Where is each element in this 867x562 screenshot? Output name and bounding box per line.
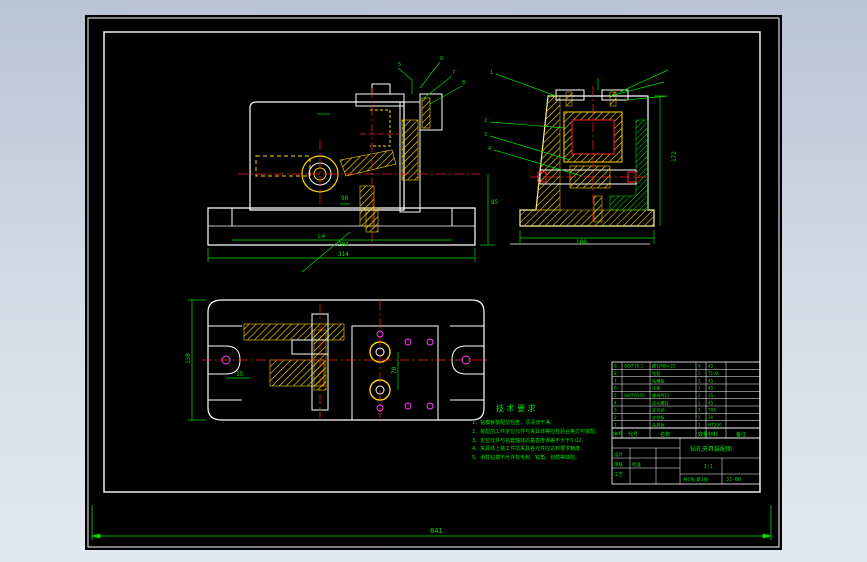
parts-table-header-cell: 名称 bbox=[660, 431, 670, 438]
parts-table-cell: 1 bbox=[698, 415, 701, 420]
parts-table-cell: GB/T70.1 bbox=[624, 364, 644, 369]
title-block-drawing-no: JJ-00 bbox=[726, 477, 741, 483]
leader-number: 1 bbox=[490, 70, 493, 76]
parts-table-cell: 4 bbox=[698, 364, 701, 369]
title-block-scale: 1:1 bbox=[704, 464, 713, 470]
parts-table-cell: 35 bbox=[708, 393, 714, 398]
top-dim-c: 70 bbox=[391, 366, 398, 374]
parts-table-cell: 2 bbox=[698, 393, 701, 398]
parts-table-cell: 20 bbox=[708, 415, 714, 420]
front-dim-center: 90 bbox=[341, 195, 349, 202]
parts-table-cell: 螺母M12 bbox=[652, 392, 670, 399]
parts-table-cell: 1 bbox=[614, 422, 617, 427]
front-dim-inner: L4 bbox=[318, 233, 326, 240]
front-dim-284: 284 bbox=[338, 241, 349, 248]
parts-table-cell: 5 bbox=[614, 393, 617, 398]
parts-table-header-cell: 序号 bbox=[613, 431, 623, 438]
leader-number: 6 bbox=[440, 56, 443, 62]
tech-req-item: 1、钻模板装配前检查，须清洗干净。 bbox=[472, 419, 555, 426]
parts-table-cell: 45 bbox=[708, 386, 714, 391]
leader-number: 4 bbox=[488, 146, 491, 152]
parts-table-header-cell: 备注 bbox=[736, 431, 746, 438]
title-block-approve: 批准 bbox=[632, 461, 641, 468]
parts-table-cell: 4 bbox=[614, 400, 617, 405]
front-dim-height: 85 bbox=[491, 199, 499, 206]
leader-number: 5 bbox=[398, 62, 401, 68]
parts-table-cell: 钻模板 bbox=[652, 377, 665, 384]
parts-table-cell: 钻套 bbox=[652, 370, 661, 377]
parts-table-cell: GB/T6170 bbox=[624, 393, 645, 398]
parts-table-cell: 双头螺柱 bbox=[652, 399, 670, 406]
parts-table-header-cell: 材料 bbox=[708, 431, 718, 438]
parts-table-cell: 1 bbox=[698, 378, 701, 383]
parts-table-cell: 6 bbox=[614, 386, 617, 391]
parts-table-cell: 支承板 bbox=[652, 414, 665, 421]
overall-dimension-label: 841 bbox=[430, 527, 443, 535]
title-block-check: 审核 bbox=[614, 461, 623, 468]
parts-table-cell: 1 bbox=[698, 422, 701, 427]
parts-table-cell: 45 bbox=[708, 378, 714, 383]
front-dim-314: 314 bbox=[338, 251, 349, 258]
top-dim-height: 130 bbox=[185, 353, 192, 364]
side-dim-height: 172 bbox=[671, 151, 678, 162]
parts-table-header-cell: 数量 bbox=[698, 431, 708, 438]
parts-table-cell: 2 bbox=[614, 415, 617, 420]
tech-req-item: 5、滑柱钻模不允许有毛刺、锐角、划痕等缺陷。 bbox=[472, 454, 580, 461]
parts-table-cell: 1 bbox=[698, 371, 701, 376]
parts-table-cell: 8 bbox=[614, 371, 617, 376]
tech-req-item: 2、装配前工件定位元件与夹具体等应检验合格方可装配。 bbox=[472, 428, 600, 435]
title-block-design: 设计 bbox=[614, 451, 623, 458]
model-space[interactable] bbox=[85, 15, 782, 550]
leader-number: 3 bbox=[484, 132, 487, 138]
parts-table-header-cell: 代号 bbox=[628, 431, 638, 438]
parts-table-cell: 1 bbox=[698, 408, 701, 413]
title-block-process: 工艺 bbox=[614, 472, 623, 478]
parts-table-cell: 3 bbox=[614, 408, 617, 413]
parts-table-cell: 45 bbox=[708, 400, 714, 405]
tech-req-title: 技 术 要 求 bbox=[496, 403, 536, 413]
parts-table-cell: 7 bbox=[614, 378, 617, 383]
parts-table-cell: 夹具体 bbox=[652, 421, 665, 428]
side-dim-width: 180 bbox=[576, 239, 587, 246]
cad-drawing-viewport: 8 4 1 284 314 L4 85 90 180 172 130 70 15 技… bbox=[85, 15, 782, 550]
leader-number: 2 bbox=[484, 118, 487, 124]
parts-table-cell: T8A bbox=[707, 408, 716, 413]
parts-table-cell: 45 bbox=[708, 364, 714, 369]
parts-table-cell: 1 bbox=[698, 386, 701, 391]
tech-req-item: 3、定位元件与钻套轴线的垂直度误差不大于0.02。 bbox=[472, 437, 586, 444]
top-dim-d: 15 bbox=[236, 371, 244, 378]
leader-number: 8 bbox=[462, 80, 465, 86]
title-block-drawing-title: 钻孔夹具装配图 bbox=[690, 445, 732, 453]
parts-table-cell: T10A bbox=[707, 371, 719, 376]
parts-table-cell: 9 bbox=[614, 364, 617, 369]
parts-table-cell: 螺钉M8×25 bbox=[652, 363, 676, 370]
parts-table-cell: HT200 bbox=[708, 422, 722, 427]
title-block-sheet: 共1张 第1张 bbox=[683, 476, 709, 483]
parts-table-cell: 压板 bbox=[652, 385, 661, 392]
parts-table-cell: 定位销 bbox=[652, 407, 665, 414]
tech-req-item: 4、夹具体上装工件前夹具各元件应达到要求精度。 bbox=[472, 445, 585, 452]
leader-number: 7 bbox=[452, 70, 455, 76]
parts-table-cell: 1 bbox=[698, 400, 701, 405]
